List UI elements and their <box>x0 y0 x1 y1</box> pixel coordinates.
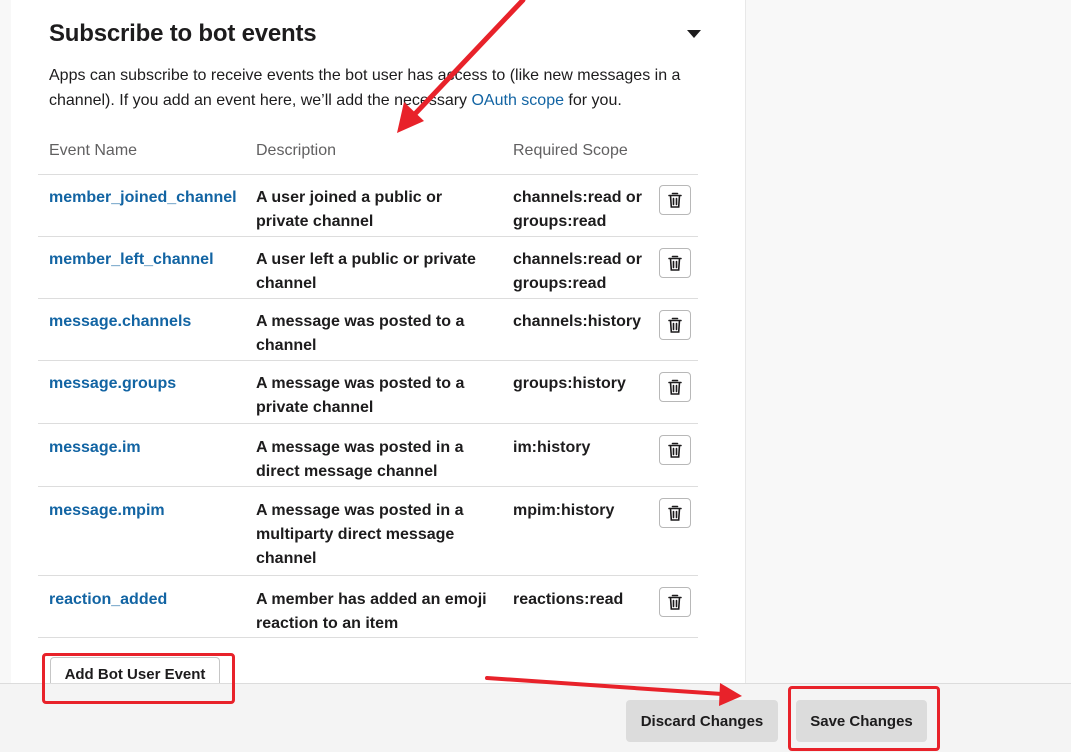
delete-event-button[interactable] <box>659 310 691 340</box>
event-description: A user left a public or private channel <box>256 251 476 292</box>
caret-down-icon[interactable] <box>687 30 701 38</box>
delete-event-button[interactable] <box>659 248 691 278</box>
trash-icon <box>668 192 682 208</box>
header-event-name: Event Name <box>49 142 138 159</box>
event-scope: im:history <box>513 439 591 456</box>
delete-event-button[interactable] <box>659 587 691 617</box>
event-name-link[interactable]: message.groups <box>49 375 176 392</box>
row-divider <box>38 575 698 576</box>
save-changes-button[interactable]: Save Changes <box>796 700 927 742</box>
event-name-link[interactable]: member_joined_channel <box>49 189 237 206</box>
trash-icon <box>668 317 682 333</box>
event-scope: groups:history <box>513 375 626 392</box>
delete-event-button[interactable] <box>659 372 691 402</box>
trash-icon <box>668 442 682 458</box>
trash-icon <box>668 379 682 395</box>
trash-icon <box>668 594 682 610</box>
table-divider <box>38 174 698 175</box>
header-description: Description <box>256 142 337 159</box>
row-divider <box>38 298 698 299</box>
section-title: Subscribe to bot events <box>49 20 317 47</box>
event-scope: channels:read or groups:read <box>513 189 642 230</box>
row-divider <box>38 637 698 638</box>
row-divider <box>38 486 698 487</box>
event-description: A message was posted in a multiparty dir… <box>256 502 464 567</box>
event-name-link[interactable]: reaction_added <box>49 591 167 608</box>
trash-icon <box>668 255 682 271</box>
discard-changes-button[interactable]: Discard Changes <box>626 700 778 742</box>
event-description: A message was posted to a private channe… <box>256 375 465 416</box>
header-required-scope: Required Scope <box>513 142 628 159</box>
event-description: A member has added an emoji reaction to … <box>256 591 487 632</box>
event-name-link[interactable]: message.channels <box>49 313 191 330</box>
event-name-link[interactable]: message.im <box>49 439 141 456</box>
event-scope: channels:read or groups:read <box>513 251 642 292</box>
event-scope: mpim:history <box>513 502 615 519</box>
delete-event-button[interactable] <box>659 435 691 465</box>
event-scope: channels:history <box>513 313 642 330</box>
delete-event-button[interactable] <box>659 185 691 215</box>
event-description: A message was posted to a channel <box>256 313 465 354</box>
trash-icon <box>668 505 682 521</box>
event-name-link[interactable]: message.mpim <box>49 502 165 519</box>
oauth-scope-link[interactable]: OAuth scope <box>471 92 564 109</box>
page-background <box>0 0 11 751</box>
event-name-link[interactable]: member_left_channel <box>49 251 214 268</box>
section-description: Apps can subscribe to receive events the… <box>49 63 719 113</box>
description-suffix: for you. <box>563 92 622 109</box>
row-divider <box>38 236 698 237</box>
delete-event-button[interactable] <box>659 498 691 528</box>
row-divider <box>38 360 698 361</box>
event-description: A user joined a public or private channe… <box>256 189 443 230</box>
event-scope: reactions:read <box>513 591 624 608</box>
event-description: A message was posted in a direct message… <box>256 439 464 480</box>
row-divider <box>38 423 698 424</box>
